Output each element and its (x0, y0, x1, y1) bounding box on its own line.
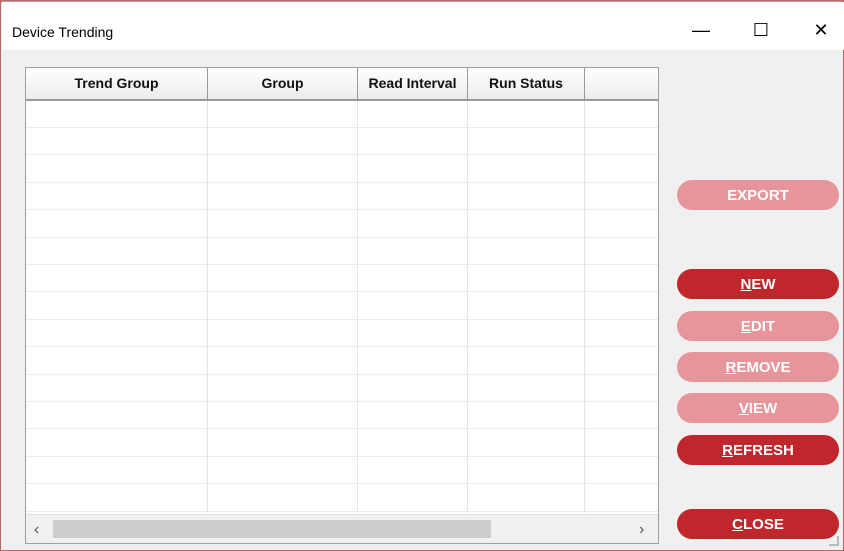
edit-label-rest: DIT (750, 318, 776, 335)
device-trending-window: Device Trending — ☐ ✕ Trend Group Group … (0, 0, 844, 551)
trend-group-table[interactable]: Trend Group Group Read Interval Run Stat… (25, 67, 659, 544)
remove-button[interactable]: REMOVE (677, 352, 839, 382)
export-button[interactable]: EXPORT (677, 180, 839, 210)
table-row[interactable] (26, 375, 658, 402)
table-row[interactable] (26, 485, 658, 512)
column-header-run-status[interactable]: Run Status (468, 68, 585, 99)
close-accelerator: C (732, 516, 743, 533)
close-window-button[interactable]: ✕ (798, 8, 844, 52)
refresh-label-rest: EFRESH (733, 442, 794, 459)
close-icon: ✕ (813, 19, 829, 40)
column-header-trend-group[interactable]: Trend Group (26, 68, 208, 99)
view-accelerator: V (738, 400, 749, 417)
view-button[interactable]: VIEW (677, 393, 839, 423)
table-row[interactable] (26, 348, 658, 375)
column-divider (207, 101, 208, 513)
scrollbar-thumb[interactable] (53, 520, 491, 538)
window-title: Device Trending (12, 24, 114, 40)
resize-grip-icon[interactable] (829, 536, 839, 546)
edit-accelerator: E (740, 318, 751, 335)
maximize-button[interactable]: ☐ (738, 8, 784, 52)
table-row[interactable] (26, 101, 658, 128)
table-row[interactable] (26, 402, 658, 430)
scroll-right-icon[interactable]: › (639, 521, 644, 539)
table-row[interactable] (26, 183, 658, 211)
column-divider (467, 101, 468, 513)
remove-label-rest: EMOVE (736, 359, 791, 376)
table-row[interactable] (26, 128, 658, 156)
refresh-button[interactable]: REFRESH (677, 435, 839, 465)
minimize-button[interactable]: — (678, 8, 724, 52)
table-row[interactable] (26, 211, 658, 238)
title-bar[interactable]: Device Trending — ☐ ✕ (2, 2, 844, 50)
table-row[interactable] (26, 156, 658, 183)
close-label-rest: LOSE (743, 516, 784, 533)
column-header-group[interactable]: Group (208, 68, 358, 99)
column-header-read-interval[interactable]: Read Interval (358, 68, 468, 99)
new-label-rest: EW (751, 276, 776, 293)
export-button-label: EXPORT (727, 187, 789, 204)
refresh-accelerator: R (722, 442, 733, 459)
column-divider (584, 101, 585, 513)
maximize-icon: ☐ (752, 19, 770, 40)
new-accelerator: N (740, 276, 752, 293)
column-header-filler (585, 68, 658, 99)
table-row[interactable] (26, 265, 658, 293)
horizontal-scrollbar[interactable]: ‹ › (26, 514, 658, 543)
column-divider (357, 101, 358, 513)
edit-button[interactable]: EDIT (677, 311, 839, 341)
table-row[interactable] (26, 457, 658, 485)
table-row[interactable] (26, 430, 658, 457)
table-row[interactable] (26, 320, 658, 348)
table-header: Trend Group Group Read Interval Run Stat… (26, 68, 658, 101)
remove-accelerator: R (725, 359, 737, 376)
close-button[interactable]: CLOSE (677, 509, 839, 539)
minimize-icon: — (692, 19, 710, 40)
new-button[interactable]: NEW (677, 269, 839, 299)
view-label-rest: IEW (748, 400, 778, 417)
table-row[interactable] (26, 238, 658, 265)
table-row[interactable] (26, 293, 658, 320)
scroll-left-icon[interactable]: ‹ (34, 521, 39, 539)
